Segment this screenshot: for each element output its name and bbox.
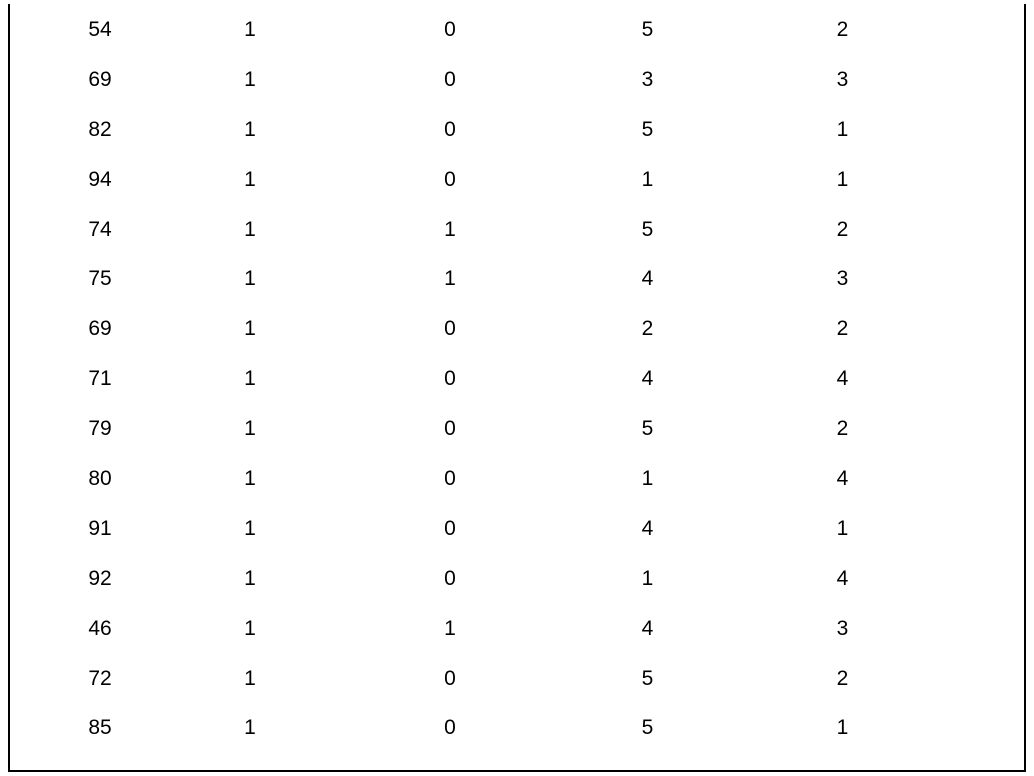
table-cell: 2	[745, 317, 940, 341]
table-cell: 1	[350, 617, 550, 641]
table-cell: 46	[10, 617, 150, 641]
table-cell: 91	[10, 517, 150, 541]
table-row: 71 1 0 4 4	[10, 365, 1024, 415]
table-row: 75 1 1 4 3	[10, 265, 1024, 315]
table-cell: 1	[150, 417, 350, 441]
table-cell: 5	[550, 18, 745, 42]
table-cell: 1	[150, 218, 350, 242]
table-row: 69 1 0 2 2	[10, 315, 1024, 365]
table-cell: 1	[150, 567, 350, 591]
table-cell: 80	[10, 467, 150, 491]
table-row: 94 1 0 1 1	[10, 166, 1024, 216]
table-cell: 74	[10, 218, 150, 242]
table-cell: 0	[350, 118, 550, 142]
table-cell: 1	[550, 567, 745, 591]
table-cell: 5	[550, 667, 745, 691]
table-cell: 0	[350, 68, 550, 92]
table-cell: 2	[745, 667, 940, 691]
table-cell: 82	[10, 118, 150, 142]
table-cell: 92	[10, 567, 150, 591]
table-cell: 4	[550, 517, 745, 541]
table-cell: 1	[550, 467, 745, 491]
table-cell: 69	[10, 317, 150, 341]
table-row: 79 1 0 5 2	[10, 415, 1024, 465]
table-cell: 1	[745, 716, 940, 740]
table-cell: 0	[350, 716, 550, 740]
table-cell: 1	[350, 267, 550, 291]
table-row: 80 1 0 1 4	[10, 465, 1024, 515]
table-cell: 5	[550, 716, 745, 740]
table-row: 92 1 0 1 4	[10, 565, 1024, 615]
table-cell: 1	[150, 517, 350, 541]
table-cell: 1	[350, 218, 550, 242]
table-cell: 79	[10, 417, 150, 441]
table-row: 72 1 0 5 2	[10, 665, 1024, 715]
table-row: 82 1 0 5 1	[10, 116, 1024, 166]
table-cell: 2	[745, 18, 940, 42]
table-cell: 1	[150, 168, 350, 192]
table-cell: 5	[550, 417, 745, 441]
table-cell: 1	[150, 617, 350, 641]
table-cell: 3	[745, 267, 940, 291]
table-cell: 0	[350, 317, 550, 341]
table-cell: 5	[550, 218, 745, 242]
table-cell: 3	[745, 68, 940, 92]
table-cell: 0	[350, 517, 550, 541]
table-cell: 4	[745, 467, 940, 491]
table-cell: 0	[350, 467, 550, 491]
table-cell: 1	[745, 517, 940, 541]
table-row: 85 1 0 5 1	[10, 714, 1024, 764]
table-row: 74 1 1 5 2	[10, 216, 1024, 266]
table-cell: 0	[350, 417, 550, 441]
table-cell: 1	[745, 118, 940, 142]
table-cell: 0	[350, 567, 550, 591]
table-cell: 1	[150, 267, 350, 291]
table-cell: 3	[745, 617, 940, 641]
table-cell: 1	[150, 68, 350, 92]
table-row: 54 1 0 5 2	[10, 16, 1024, 66]
table-cell: 0	[350, 168, 550, 192]
table-row: 69 1 0 3 3	[10, 66, 1024, 116]
table-cell: 4	[745, 367, 940, 391]
table-cell: 1	[150, 667, 350, 691]
table-cell: 0	[350, 367, 550, 391]
table-cell: 4	[550, 617, 745, 641]
table-row: 91 1 0 4 1	[10, 515, 1024, 565]
table-cell: 2	[550, 317, 745, 341]
table-cell: 1	[150, 367, 350, 391]
table-cell: 4	[745, 567, 940, 591]
table-cell: 1	[150, 118, 350, 142]
table-cell: 72	[10, 667, 150, 691]
table-cell: 54	[10, 18, 150, 42]
table-cell: 1	[150, 467, 350, 491]
table-cell: 1	[745, 168, 940, 192]
table-cell: 1	[150, 18, 350, 42]
table-cell: 4	[550, 267, 745, 291]
table-cell: 1	[150, 317, 350, 341]
data-table: 54 1 0 5 2 69 1 0 3 3 82 1 0 5 1 94 1 0 …	[8, 4, 1026, 772]
table-cell: 71	[10, 367, 150, 391]
table-cell: 2	[745, 417, 940, 441]
table-cell: 4	[550, 367, 745, 391]
table-cell: 5	[550, 118, 745, 142]
table-cell: 1	[150, 716, 350, 740]
table-cell: 75	[10, 267, 150, 291]
table-cell: 94	[10, 168, 150, 192]
table-cell: 69	[10, 68, 150, 92]
table-cell: 0	[350, 18, 550, 42]
table-cell: 1	[550, 168, 745, 192]
table-row: 46 1 1 4 3	[10, 615, 1024, 665]
table-cell: 0	[350, 667, 550, 691]
table-cell: 2	[745, 218, 940, 242]
table-cell: 85	[10, 716, 150, 740]
table-cell: 3	[550, 68, 745, 92]
